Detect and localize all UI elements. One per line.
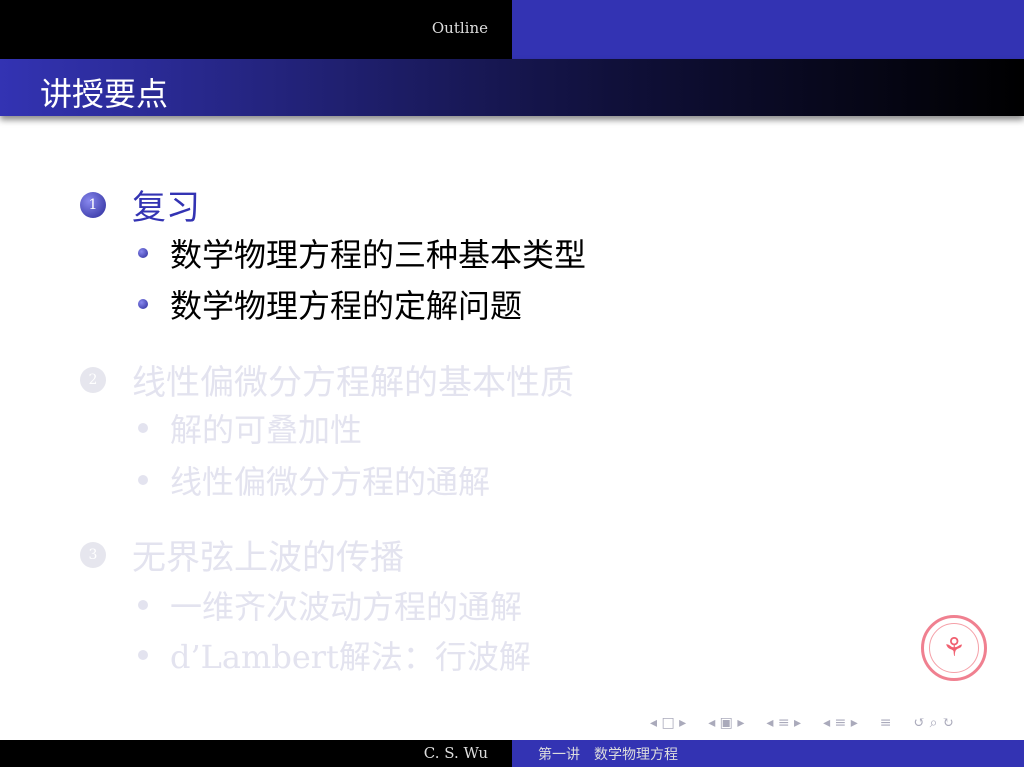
author: C. S. Wu: [423, 744, 488, 762]
section-3[interactable]: 3 无界弦上波的传播: [80, 530, 404, 579]
subsection-nav-icon[interactable]: ◂ ≡ ▸: [823, 715, 858, 731]
list-item[interactable]: d’Lambert解法：行波解: [138, 632, 531, 678]
bullet-icon: [138, 650, 148, 660]
frame-nav-icon[interactable]: ◂ □ ▸: [650, 715, 686, 731]
lecture-title: 第一讲 数学物理方程: [538, 747, 678, 763]
section-2[interactable]: 2 线性偏微分方程解的基本性质: [80, 355, 574, 404]
section-title: 线性偏微分方程解的基本性质: [132, 363, 574, 403]
item-text: 线性偏微分方程的通解: [170, 463, 491, 501]
section-title: 复习: [132, 188, 200, 228]
list-item[interactable]: 数学物理方程的三种基本类型: [138, 230, 586, 276]
section-title: 无界弦上波的传播: [132, 538, 404, 578]
item-text: 数学物理方程的三种基本类型: [170, 236, 587, 274]
section-number: 1: [80, 191, 106, 218]
header-right: [512, 0, 1024, 59]
list-item[interactable]: 一维齐次波动方程的通解: [138, 582, 522, 628]
item-text: 数学物理方程的定解问题: [170, 287, 523, 325]
bullet-icon: [138, 423, 148, 433]
section-nav-icon[interactable]: ◂ ≡ ▸: [766, 715, 801, 731]
bullet-icon: [138, 248, 148, 258]
section-number: 3: [80, 541, 106, 568]
section-number: 2: [80, 366, 106, 393]
frame-title: 讲授要点: [40, 75, 169, 113]
bullet-icon: [138, 299, 148, 309]
bullet-icon: [138, 475, 148, 485]
list-item[interactable]: 解的可叠加性: [138, 405, 362, 451]
back-search-forward-icon[interactable]: ↺ ⌕ ↻: [913, 715, 953, 731]
section-1[interactable]: 1 复习: [80, 180, 200, 229]
header-left: Outline: [0, 0, 512, 59]
outline-link[interactable]: Outline: [432, 19, 488, 37]
footer-right: 第一讲 数学物理方程: [512, 740, 1024, 767]
align-icon[interactable]: ≡: [880, 715, 892, 731]
item-text: 解的可叠加性: [170, 411, 363, 449]
bullet-icon: [138, 600, 148, 610]
subsection-nav-icon[interactable]: ◂ ▣ ▸: [708, 715, 744, 731]
item-text: d’Lambert解法：行波解: [170, 638, 531, 676]
beamer-navigation: ◂ □ ▸ ◂ ▣ ▸ ◂ ≡ ▸ ◂ ≡ ▸ ≡ ↺ ⌕ ↻: [650, 715, 954, 731]
university-logo: ⚘: [921, 615, 987, 681]
list-item[interactable]: 数学物理方程的定解问题: [138, 281, 522, 327]
frame-title-bar: 讲授要点: [0, 59, 1024, 116]
footer-left: C. S. Wu: [0, 740, 512, 767]
list-item[interactable]: 线性偏微分方程的通解: [138, 457, 490, 503]
item-text: 一维齐次波动方程的通解: [170, 588, 523, 626]
